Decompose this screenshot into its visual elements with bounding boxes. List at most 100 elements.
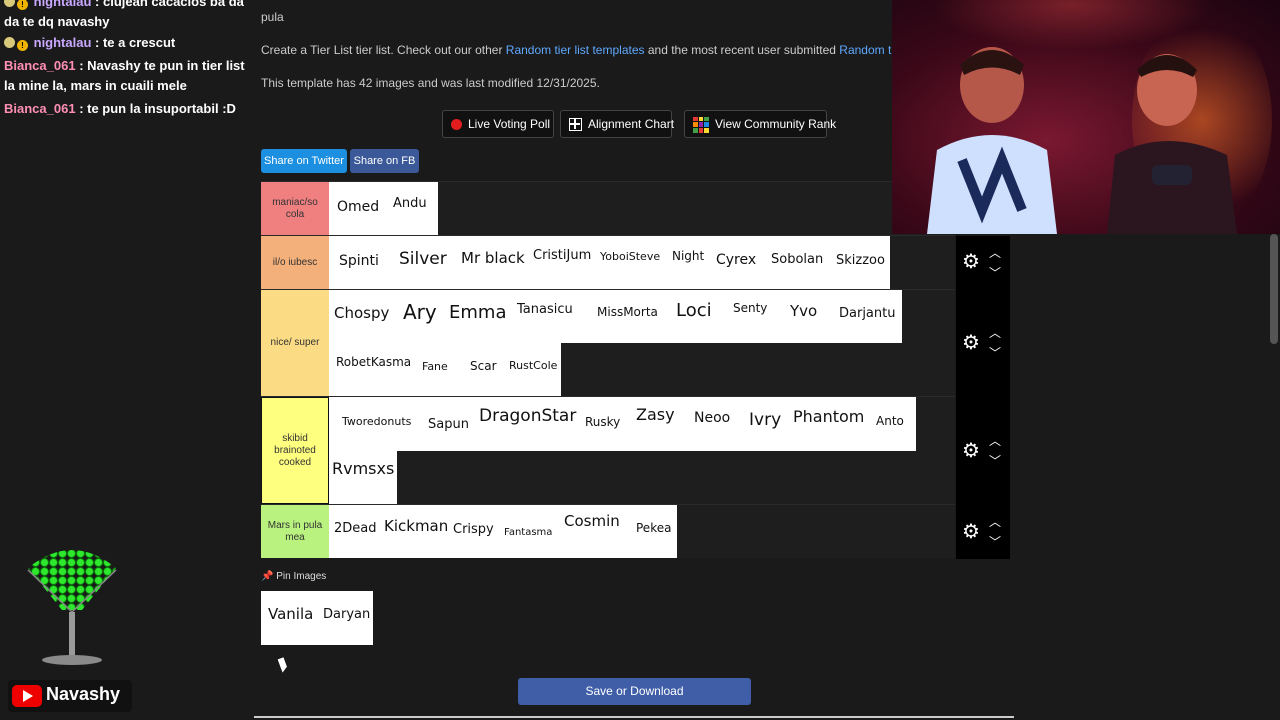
chat-message: ! nightalau : clujean cacacios ba da da … [4, 0, 256, 32]
gold-badge-icon: ! [17, 40, 28, 51]
tier-items: Chospy Ary Emma Tanasicu MissMorta Loci … [329, 290, 902, 343]
tier-controls: ⚙ ︿ ﹀ [956, 236, 1010, 290]
record-icon [451, 119, 462, 131]
chevron-down-icon[interactable]: ﹀ [988, 536, 1002, 548]
pinned-item[interactable]: Vanila [268, 605, 313, 623]
save-download-button[interactable]: Save or Download [518, 678, 751, 705]
community-rank-button[interactable]: View Community Rank [684, 110, 836, 138]
tier-label[interactable]: nice/ super [261, 290, 329, 396]
tier-item[interactable]: Anto [876, 414, 904, 428]
chat-username: nightalau [33, 35, 92, 50]
chat-text: : te pun la insuportabil :D [79, 101, 236, 116]
tier-item[interactable]: Cosmin [564, 512, 620, 530]
tier-item[interactable]: Kickman [384, 517, 448, 535]
alignment-chart-button[interactable]: Alignment Chart [560, 110, 675, 138]
template-info: This template has 42 images and was last… [261, 76, 600, 90]
tier-item[interactable]: DragonStar [479, 406, 576, 426]
pinned-items: Vanila Daryan [261, 591, 373, 645]
gear-icon[interactable]: ⚙ [961, 333, 981, 353]
alignment-chart-label: Alignment Chart [588, 117, 675, 131]
divider [254, 716, 1014, 718]
tier-item[interactable]: Rusky [585, 415, 620, 429]
tier-controls: ⚙ ︿ ﹀ [956, 397, 1010, 505]
chevron-up-icon[interactable]: ︿ [988, 327, 1002, 339]
channel-name: Navashy [46, 684, 121, 704]
tier-item[interactable]: Neoo [694, 410, 730, 426]
tier-item[interactable]: Ary [403, 300, 437, 324]
goblet-icon [27, 550, 117, 665]
tier-item[interactable]: RobetKasma [336, 355, 411, 369]
rank-grid-icon [693, 116, 709, 133]
tier-item[interactable]: Sobolan [771, 252, 823, 267]
tier-items: Omed Andu [329, 182, 438, 235]
tier-item[interactable]: Sapun [428, 417, 469, 432]
community-rank-label: View Community Rank [715, 117, 837, 131]
tier-row: maniac/so cola Omed Andu [261, 181, 955, 235]
tier-controls: ⚙ ︿ ﹀ [956, 290, 1010, 397]
tier-item[interactable]: Yvo [790, 302, 817, 320]
intro-text: Create a Tier List tier list. Check out … [261, 43, 929, 57]
pinned-item[interactable]: Daryan [323, 607, 370, 622]
tier-item[interactable]: Scar [470, 359, 497, 373]
tier-item[interactable]: Crispy [453, 522, 494, 537]
tier-item[interactable]: Fantasma [504, 527, 552, 538]
scrollbar[interactable] [1268, 234, 1280, 720]
tier-item[interactable]: Chospy [334, 304, 389, 322]
tier-label[interactable]: Mars in pula mea [261, 505, 329, 558]
chat-username: nightalau [33, 0, 92, 9]
tier-items: Tworedonuts Sapun DragonStar Rusky Zasy … [329, 397, 916, 451]
share-twitter-button[interactable]: Share on Twitter [261, 149, 347, 173]
tier-item[interactable]: Darjantu [839, 306, 895, 321]
chevron-up-icon[interactable]: ︿ [988, 247, 1002, 259]
chevron-up-icon[interactable]: ︿ [988, 516, 1002, 528]
tier-label[interactable]: skibid brainoted cooked [261, 397, 329, 504]
tier-item[interactable]: Fane [422, 360, 448, 373]
tier-item[interactable]: MissMorta [597, 305, 658, 319]
chevron-down-icon[interactable]: ﹀ [988, 267, 1002, 279]
tier-item[interactable]: Omed [337, 199, 379, 215]
chevron-up-icon[interactable]: ︿ [988, 435, 1002, 447]
chevron-down-icon[interactable]: ﹀ [988, 455, 1002, 467]
live-voting-button[interactable]: Live Voting Poll [442, 110, 554, 138]
tier-item[interactable]: Spinti [339, 253, 379, 269]
tier-label[interactable]: maniac/so cola [261, 182, 329, 235]
tier-item[interactable]: Zasy [636, 405, 675, 424]
scrollbar-thumb[interactable] [1270, 234, 1278, 344]
tier-item[interactable]: Skizzoo [836, 253, 885, 268]
gear-icon[interactable]: ⚙ [961, 252, 981, 272]
tier-item[interactable]: Loci [676, 300, 712, 321]
gear-icon[interactable]: ⚙ [961, 441, 981, 461]
intro-prefix: Create a Tier List tier list. Check out … [261, 43, 506, 57]
pin-images-toggle[interactable]: 📌 Pin Images [261, 571, 326, 582]
tier-item[interactable]: Mr black [461, 249, 525, 267]
gear-icon[interactable]: ⚙ [961, 522, 981, 542]
share-fb-button[interactable]: Share on FB [350, 149, 419, 173]
tier-item[interactable]: Emma [449, 302, 506, 323]
tier-item[interactable]: 2Dead [334, 521, 377, 536]
tier-item[interactable]: Ivry [749, 410, 781, 430]
tier-item[interactable]: Rvmsxs [332, 459, 394, 478]
tier-row: il/o iubesc Spinti Silver Mr black Crist… [261, 235, 1010, 290]
tier-item[interactable]: Cyrex [716, 252, 756, 268]
tier-item[interactable]: YoboiSteve [600, 250, 660, 263]
tier-item[interactable]: Phantom [793, 407, 864, 426]
grid-icon [569, 118, 582, 132]
random-templates-link[interactable]: Random tier list templates [506, 43, 645, 57]
tier-item[interactable]: RustCole [509, 359, 557, 372]
tier-items: Rvmsxs [329, 451, 397, 505]
tier-item[interactable]: CristiJum [533, 248, 591, 263]
tier-item[interactable]: Andu [393, 196, 427, 211]
tier-item[interactable]: Senty [733, 301, 767, 315]
tier-item[interactable]: Pekea [636, 521, 671, 535]
youtube-icon [12, 685, 42, 707]
chevron-down-icon[interactable]: ﹀ [988, 347, 1002, 359]
tier-item[interactable]: Night [672, 249, 704, 263]
tier-item[interactable]: Tworedonuts [342, 415, 411, 428]
gold-badge-icon: ! [17, 0, 28, 10]
pin-icon: 📌 [261, 571, 274, 582]
tier-item[interactable]: Silver [399, 249, 447, 269]
tier-label[interactable]: il/o iubesc [261, 236, 329, 289]
tier-item[interactable]: Tanasicu [517, 302, 573, 317]
page-title-fragment: pula [261, 10, 284, 24]
tier-controls: ⚙ ︿ ﹀ [956, 505, 1010, 559]
